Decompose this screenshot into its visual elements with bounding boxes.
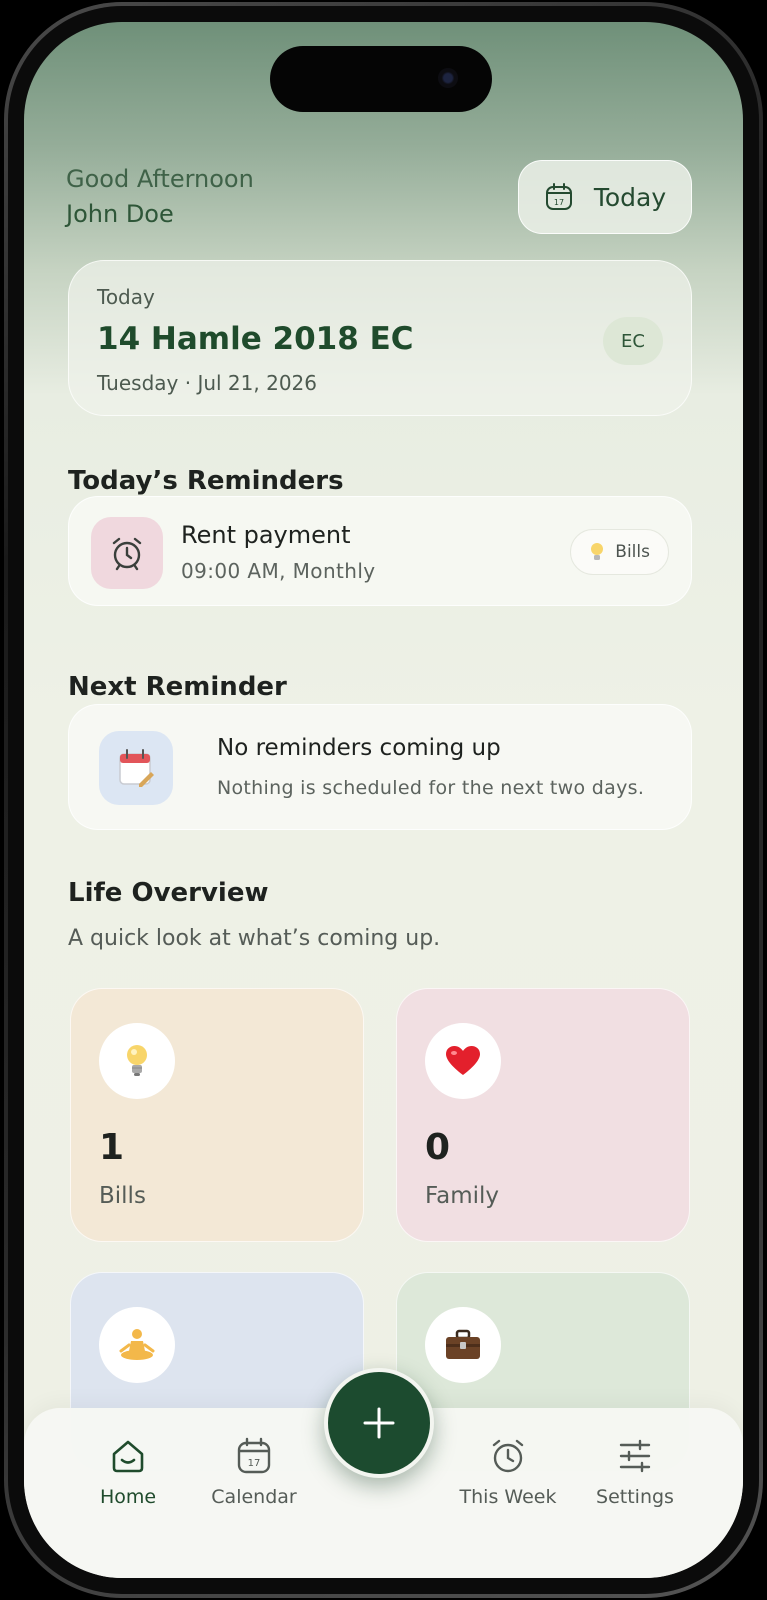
- home-icon: [112, 1440, 144, 1473]
- tab-home-label: Home: [99, 1486, 157, 1508]
- dynamic-island: [270, 46, 492, 112]
- empty-state-subtitle: Nothing is scheduled for the next two da…: [217, 777, 645, 799]
- tile-icon-circle: [99, 1307, 175, 1383]
- heart-icon: [446, 1046, 480, 1075]
- meditation-icon: [119, 1329, 155, 1360]
- tile-icon-circle: [425, 1307, 501, 1383]
- tab-settings-label: Settings: [596, 1486, 674, 1508]
- tile-bills[interactable]: 1 Bills: [70, 988, 364, 1242]
- empty-state-title: No reminders coming up: [217, 735, 501, 761]
- tile-icon-circle: [99, 1023, 175, 1099]
- tab-calendar-label: Calendar: [211, 1486, 297, 1508]
- phone-frame: Good Afternoon John Doe 17 Today Today 1…: [4, 2, 763, 1598]
- svg-text:17: 17: [248, 1458, 261, 1469]
- app-screen: Good Afternoon John Doe 17 Today Today 1…: [24, 22, 743, 1578]
- tile-label: Family: [425, 1183, 500, 1209]
- reminder-title: Rent payment: [181, 521, 351, 549]
- greeting-block: Good Afternoon John Doe: [66, 162, 254, 232]
- lightbulb-icon: [591, 543, 604, 560]
- calendar-icon: 17: [545, 183, 572, 210]
- tile-icon-circle: [425, 1023, 501, 1099]
- sliders-icon: [619, 1439, 651, 1473]
- date-card[interactable]: Today 14 Hamle 2018 EC Tuesday · Jul 21,…: [68, 260, 692, 416]
- reminder-time: 09:00 AM, Monthly: [181, 559, 376, 583]
- category-chip-label: Bills: [615, 542, 650, 562]
- empty-state-icon-container: [99, 731, 173, 805]
- calendar-icon: 17: [237, 1437, 271, 1474]
- life-overview-heading: Life Overview: [68, 878, 269, 908]
- tile-family[interactable]: 0 Family: [396, 988, 690, 1242]
- tab-this-week[interactable]: This Week: [448, 1436, 568, 1508]
- date-card-label: Today: [97, 285, 155, 309]
- phone-bezel: Good Afternoon John Doe 17 Today Today 1…: [8, 6, 759, 1594]
- lightbulb-icon: [127, 1045, 147, 1076]
- alarm-clock-icon: [112, 537, 142, 571]
- today-button-label: Today: [593, 182, 667, 212]
- front-camera: [438, 68, 458, 88]
- ethiopian-date: 14 Hamle 2018 EC: [97, 321, 414, 357]
- tile-label: Bills: [99, 1183, 146, 1209]
- add-reminder-button[interactable]: [324, 1368, 434, 1478]
- calendar-type-badge[interactable]: EC: [603, 317, 663, 365]
- reminder-icon-container: [91, 517, 163, 589]
- calendar-note-icon: [119, 749, 154, 787]
- life-overview-subtitle: A quick look at what’s coming up.: [68, 926, 441, 951]
- alarm-clock-icon: [492, 1439, 524, 1473]
- tile-count: 0: [425, 1127, 451, 1168]
- tab-calendar[interactable]: 17 Calendar: [194, 1436, 314, 1508]
- gregorian-date: Tuesday · Jul 21, 2026: [97, 371, 317, 395]
- next-reminder-card: No reminders coming up Nothing is schedu…: [68, 704, 692, 830]
- plus-icon: [363, 1407, 395, 1439]
- tab-home[interactable]: Home: [68, 1436, 188, 1508]
- tab-this-week-label: This Week: [459, 1486, 557, 1508]
- greeting-text: Good Afternoon: [66, 165, 254, 193]
- tab-settings[interactable]: Settings: [575, 1436, 695, 1508]
- todays-reminders-heading: Today’s Reminders: [68, 466, 344, 496]
- user-name: John Doe: [66, 200, 174, 228]
- today-button[interactable]: 17 Today: [518, 160, 692, 234]
- tile-count: 1: [99, 1127, 125, 1168]
- svg-text:17: 17: [554, 198, 564, 207]
- reminder-card[interactable]: Rent payment 09:00 AM, Monthly Bills: [68, 496, 692, 606]
- next-reminder-heading: Next Reminder: [68, 672, 287, 702]
- briefcase-icon: [446, 1329, 480, 1359]
- category-chip[interactable]: Bills: [570, 529, 669, 575]
